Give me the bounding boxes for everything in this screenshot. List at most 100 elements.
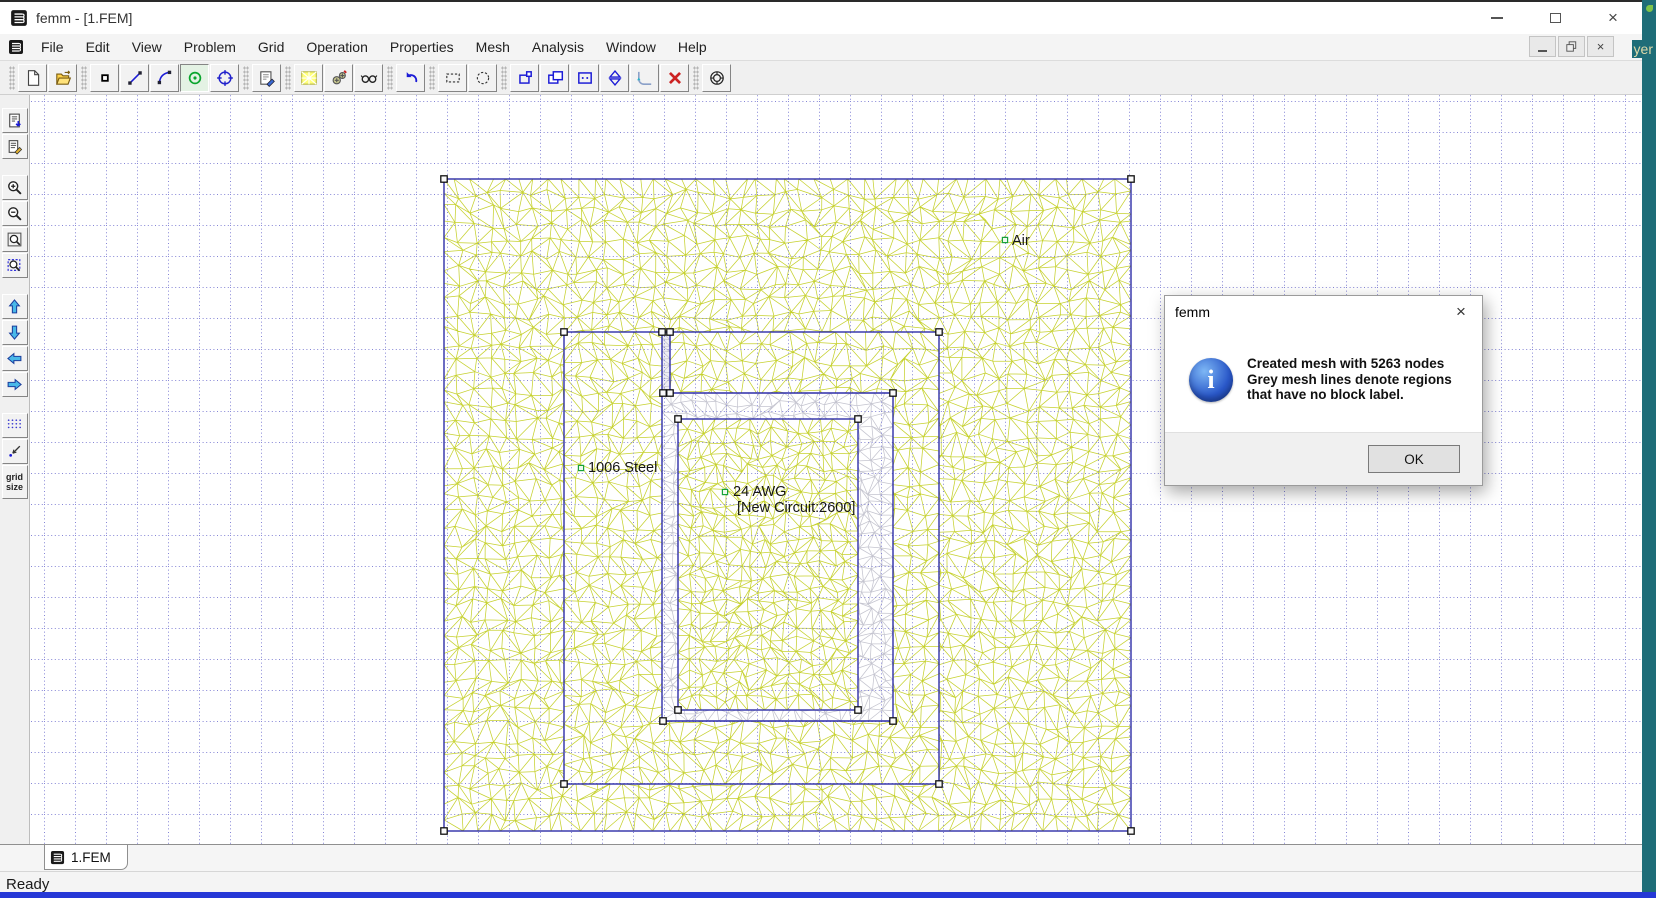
- snap-grid-button[interactable]: [1, 439, 28, 464]
- menu-analysis[interactable]: Analysis: [521, 35, 595, 60]
- arrow-left-button[interactable]: [1, 346, 28, 371]
- tab-1fem[interactable]: 1.FEM: [44, 845, 128, 870]
- node-marker[interactable]: [440, 175, 448, 183]
- block-label-marker[interactable]: [1001, 236, 1009, 244]
- side-toolbar: grid size: [0, 95, 30, 844]
- dialog-message: Created mesh with 5263 nodes Grey mesh l…: [1247, 356, 1452, 403]
- dialog-close-button[interactable]: ×: [1440, 302, 1482, 322]
- arrow-down-button[interactable]: [1, 320, 28, 345]
- mesh-generate-button[interactable]: [294, 63, 323, 92]
- node-marker[interactable]: [658, 328, 666, 336]
- menu-operation[interactable]: Operation: [295, 35, 378, 60]
- node-tool-button[interactable]: [90, 63, 119, 92]
- fillet-icon: [636, 71, 651, 85]
- run-analysis-button[interactable]: [324, 63, 353, 92]
- dialog-footer: OK: [1165, 432, 1482, 485]
- window-title: femm - [1.FEM]: [36, 10, 133, 26]
- node-marker[interactable]: [854, 706, 862, 714]
- block-label-circuit-text: [New Circuit:2600]: [737, 500, 855, 516]
- group-tool-icon: [216, 69, 233, 86]
- arc-tool-button[interactable]: [150, 63, 179, 92]
- node-marker[interactable]: [674, 415, 682, 423]
- node-marker[interactable]: [674, 706, 682, 714]
- menu-help[interactable]: Help: [667, 35, 718, 60]
- femm-doc-icon: [9, 40, 23, 54]
- block-label-marker[interactable]: [577, 464, 585, 472]
- block-label-marker[interactable]: [721, 488, 729, 496]
- doc-import-button[interactable]: [1, 108, 28, 133]
- node-marker[interactable]: [889, 389, 897, 397]
- node-marker[interactable]: [560, 328, 568, 336]
- run-analysis-icon: [332, 69, 347, 84]
- node-marker[interactable]: [1127, 827, 1135, 835]
- node-marker[interactable]: [666, 328, 674, 336]
- delete-button[interactable]: [660, 63, 689, 92]
- menu-problem[interactable]: Problem: [173, 35, 247, 60]
- new-file-button[interactable]: [18, 63, 47, 92]
- menu-properties[interactable]: Properties: [379, 35, 465, 60]
- delete-icon: [668, 71, 681, 84]
- arrow-right-button[interactable]: [1, 372, 28, 397]
- node-marker[interactable]: [1127, 175, 1135, 183]
- mirror-button[interactable]: [600, 63, 629, 92]
- mdi-close-button[interactable]: ×: [1587, 36, 1614, 57]
- arrow-up-button[interactable]: [1, 294, 28, 319]
- edit-selection-button[interactable]: [570, 63, 599, 92]
- view-results-button[interactable]: [354, 63, 383, 92]
- move-icon: [518, 70, 532, 84]
- zoom-window-icon: [7, 259, 21, 272]
- femm-message-dialog: femm × i Created mesh with 5263 nodes Gr…: [1164, 295, 1483, 486]
- mdi-restore-button[interactable]: [1558, 36, 1585, 57]
- maximize-icon: [1549, 13, 1561, 23]
- node-tool-icon: [100, 73, 109, 82]
- grid-dots-button[interactable]: [1, 413, 28, 438]
- node-marker[interactable]: [854, 415, 862, 423]
- block-label-tool-button[interactable]: [180, 63, 209, 92]
- node-marker[interactable]: [935, 328, 943, 336]
- node-marker[interactable]: [659, 389, 667, 397]
- grid-size-button[interactable]: grid size: [1, 465, 28, 499]
- minimize-button[interactable]: [1468, 2, 1526, 34]
- ok-button[interactable]: OK: [1368, 445, 1460, 473]
- select-circle-button[interactable]: [468, 63, 497, 92]
- zoom-out-button[interactable]: [1, 201, 28, 226]
- maximize-button[interactable]: [1526, 2, 1584, 34]
- menu-mesh[interactable]: Mesh: [465, 35, 521, 60]
- node-marker[interactable]: [440, 827, 448, 835]
- node-marker[interactable]: [659, 717, 667, 725]
- segment-tool-button[interactable]: [120, 63, 149, 92]
- menu-file[interactable]: File: [30, 35, 75, 60]
- doc-edit-button[interactable]: [1, 134, 28, 159]
- document-tab-bar: 1.FEM: [0, 844, 1642, 871]
- donut-button[interactable]: [702, 63, 731, 92]
- node-marker[interactable]: [935, 780, 943, 788]
- undo-button[interactable]: [396, 63, 425, 92]
- copy-button[interactable]: [540, 63, 569, 92]
- zoom-in-button[interactable]: [1, 175, 28, 200]
- properties-button[interactable]: [252, 63, 281, 92]
- group-tool-button[interactable]: [210, 63, 239, 92]
- fillet-button[interactable]: [630, 63, 659, 92]
- select-rect-button[interactable]: [438, 63, 467, 92]
- main-toolbar: [0, 61, 1642, 95]
- arrow-up-icon: [8, 299, 21, 314]
- mdi-controls: ×: [1529, 36, 1614, 57]
- node-marker[interactable]: [560, 780, 568, 788]
- block-label-text: 1006 Steel: [588, 460, 657, 476]
- menu-window[interactable]: Window: [595, 35, 667, 60]
- menu-edit[interactable]: Edit: [75, 35, 121, 60]
- move-button[interactable]: [510, 63, 539, 92]
- zoom-window-button[interactable]: [1, 253, 28, 278]
- node-marker[interactable]: [666, 389, 674, 397]
- close-button[interactable]: ×: [1584, 2, 1642, 34]
- mdi-close-icon: ×: [1596, 39, 1605, 54]
- menu-items: File Edit View Problem Grid Operation Properti…: [30, 35, 718, 60]
- title-bar: femm - [1.FEM] ×: [0, 2, 1642, 34]
- open-file-button[interactable]: [48, 63, 77, 92]
- mdi-minimize-button[interactable]: [1529, 36, 1556, 57]
- menu-view[interactable]: View: [121, 35, 173, 60]
- node-marker[interactable]: [889, 717, 897, 725]
- block-label-tool-icon: [188, 71, 201, 84]
- zoom-page-button[interactable]: [1, 227, 28, 252]
- menu-grid[interactable]: Grid: [247, 35, 295, 60]
